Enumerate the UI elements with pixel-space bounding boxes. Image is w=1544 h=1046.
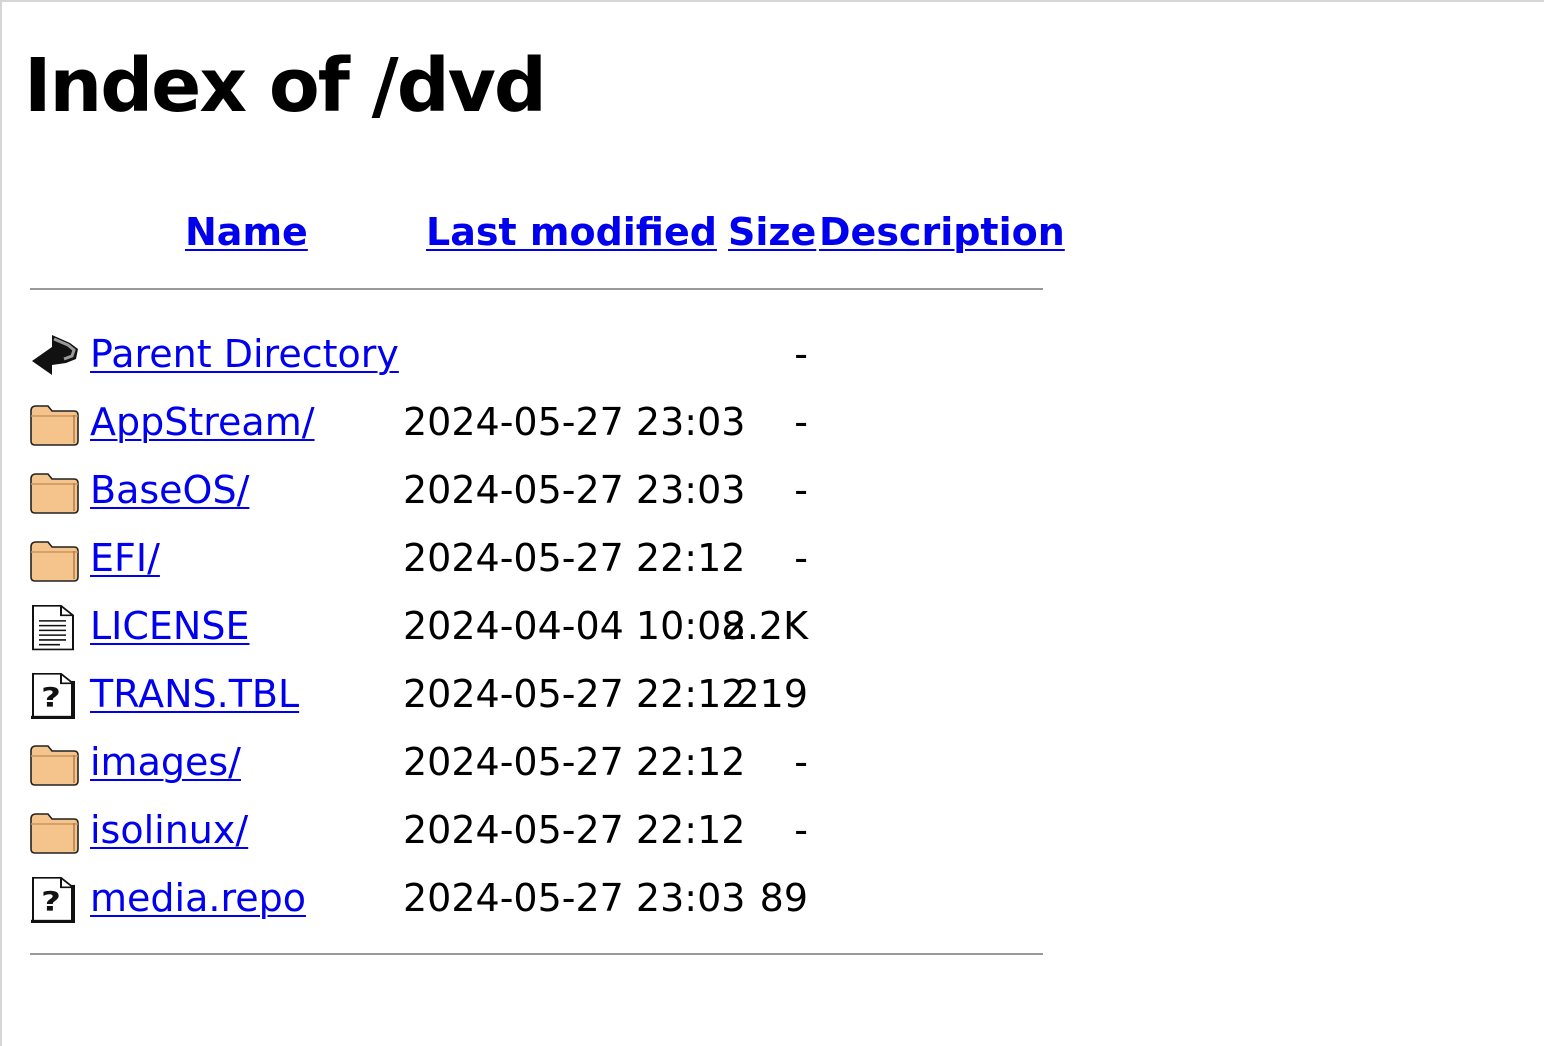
svg-text:?: ? [41, 887, 61, 918]
size-cell: - [794, 808, 808, 852]
unknown-file-icon: ? [30, 673, 80, 719]
size-cell: - [794, 332, 808, 376]
column-header-size[interactable]: Size [728, 207, 816, 257]
column-header-name[interactable]: Name [185, 207, 308, 257]
file-link[interactable]: BaseOS/ [90, 464, 249, 516]
file-row: isolinux/2024-05-27 22:12 - [0, 796, 1544, 864]
column-header-description[interactable]: Description [819, 207, 1065, 257]
file-link[interactable]: media.repo [90, 872, 306, 924]
last-modified-cell: 2024-05-27 22:12 [403, 740, 746, 784]
size-cell: - [794, 740, 808, 784]
file-link[interactable]: LICENSE [90, 600, 249, 652]
size-cell: - [794, 400, 808, 444]
last-modified-cell: 2024-05-27 23:03 [403, 400, 746, 444]
file-row: Parent Directory - [0, 320, 1544, 388]
file-link[interactable]: AppStream/ [90, 396, 315, 448]
unknown-file-icon: ? [30, 877, 80, 923]
text-file-icon [30, 605, 80, 651]
last-modified-cell: 2024-05-27 22:12 [403, 808, 746, 852]
file-row: ? media.repo 2024-05-27 23:03 89 [0, 864, 1544, 932]
file-link[interactable]: Parent Directory [90, 328, 399, 380]
file-link[interactable]: EFI/ [90, 532, 160, 584]
last-modified-cell: 2024-04-04 10:08 [403, 604, 746, 648]
last-modified-cell: 2024-05-27 22:12 [403, 672, 746, 716]
file-row: LICENSE 2024-04-04 10:08 2.2K [0, 592, 1544, 660]
file-link[interactable]: images/ [90, 736, 241, 788]
file-link[interactable]: isolinux/ [90, 804, 248, 856]
file-row: BaseOS/2024-05-27 23:03 - [0, 456, 1544, 524]
file-row: EFI/2024-05-27 22:12 - [0, 524, 1544, 592]
file-link[interactable]: TRANS.TBL [90, 668, 299, 720]
page-title: Index of /dvd [24, 43, 547, 129]
size-cell: - [794, 468, 808, 512]
top-divider [30, 288, 1043, 290]
column-header-last-modified[interactable]: Last modified [426, 207, 717, 257]
size-cell: 219 [735, 672, 808, 716]
folder-icon [30, 809, 80, 855]
last-modified-cell: 2024-05-27 23:03 [403, 468, 746, 512]
folder-icon [30, 741, 80, 787]
window-top-border [0, 0, 1544, 2]
size-cell: 2.2K [722, 604, 808, 648]
back-arrow-icon [30, 333, 80, 379]
size-cell: 89 [759, 876, 808, 920]
file-row: ? TRANS.TBL 2024-05-27 22:12 219 [0, 660, 1544, 728]
svg-text:?: ? [41, 683, 61, 714]
bottom-divider [30, 953, 1043, 955]
folder-icon [30, 537, 80, 583]
folder-icon [30, 401, 80, 447]
size-cell: - [794, 536, 808, 580]
last-modified-cell: 2024-05-27 22:12 [403, 536, 746, 580]
file-row: images/2024-05-27 22:12 - [0, 728, 1544, 796]
folder-icon [30, 469, 80, 515]
file-row: AppStream/2024-05-27 23:03 - [0, 388, 1544, 456]
last-modified-cell: 2024-05-27 23:03 [403, 876, 746, 920]
